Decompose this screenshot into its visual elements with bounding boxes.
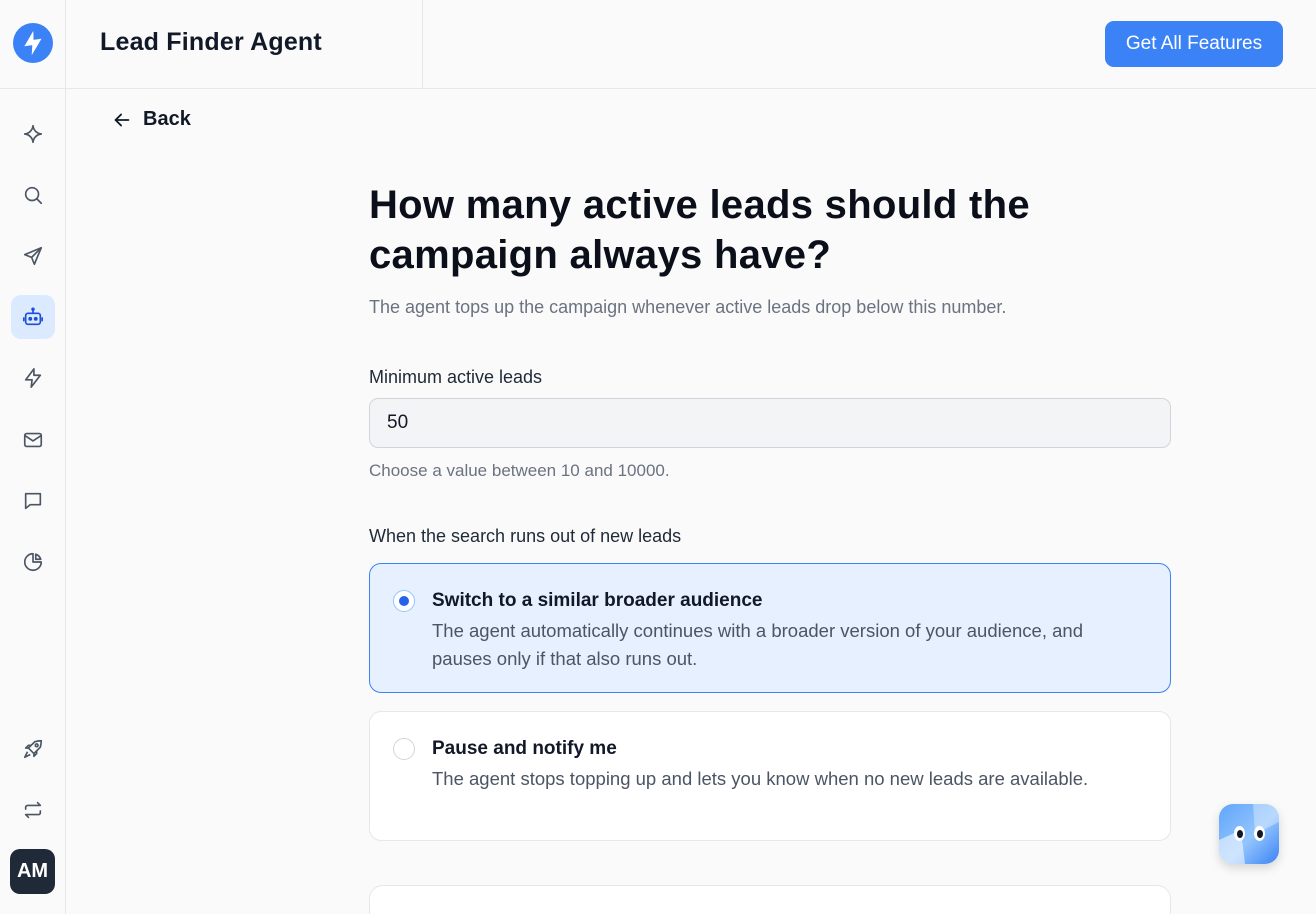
rocket-icon [23, 739, 43, 759]
question-subtitle: The agent tops up the campaign whenever … [369, 297, 1007, 317]
option-title: Switch to a similar broader audience [432, 590, 763, 611]
search-icon [24, 186, 43, 205]
option-broader-audience[interactable]: Switch to a similar broader audience The… [369, 563, 1171, 693]
min-leads-hint: Choose a value between 10 and 10000. [369, 461, 670, 480]
sparkle-icon [23, 124, 43, 144]
avatar[interactable]: AM [10, 849, 55, 894]
top-bar: Lead Finder Agent Get All Features [66, 0, 1316, 89]
bot-face-icon [1219, 804, 1279, 864]
sidebar-item-sparkle[interactable] [11, 112, 55, 156]
sidebar-item-launch[interactable] [11, 727, 55, 771]
sidebar-item-search[interactable] [11, 173, 55, 217]
sidebar-divider [0, 88, 66, 89]
back-label: Back [143, 108, 191, 130]
option-description: The agent stops topping up and lets you … [432, 768, 1089, 789]
mail-icon [23, 432, 43, 448]
next-section-card [369, 885, 1171, 914]
option-pause-notify[interactable]: Pause and notify me The agent stops topp… [369, 711, 1171, 841]
sidebar-item-automations[interactable] [11, 356, 55, 400]
radio-broader-audience[interactable] [393, 590, 415, 612]
sidebar-item-agents[interactable] [11, 295, 55, 339]
sidebar-item-sync[interactable] [11, 788, 55, 832]
chat-icon [24, 492, 42, 510]
lightning-logo-icon [24, 30, 42, 56]
header-divider [422, 0, 423, 88]
min-leads-input[interactable]: 50 [369, 398, 1171, 448]
back-link[interactable]: Back [111, 108, 191, 131]
question-heading: How many active leads should the campaig… [369, 183, 1030, 277]
app-logo[interactable] [13, 23, 53, 63]
robot-icon [23, 307, 43, 326]
page-title: Lead Finder Agent [100, 28, 322, 56]
get-all-features-button[interactable]: Get All Features [1105, 21, 1283, 67]
sidebar: AM [0, 0, 66, 914]
radio-pause-notify[interactable] [393, 738, 415, 760]
option-title: Pause and notify me [432, 738, 617, 759]
arrow-left-icon [114, 113, 130, 126]
lightning-icon [24, 368, 42, 388]
bot-eye-icon [1234, 826, 1245, 841]
sidebar-item-send[interactable] [11, 234, 55, 278]
sidebar-item-mail[interactable] [11, 418, 55, 462]
bot-eye-icon [1254, 826, 1265, 841]
repeat-icon [24, 801, 42, 819]
pie-chart-icon [23, 552, 43, 572]
fallback-label: When the search runs out of new leads [369, 526, 682, 546]
sidebar-item-chat[interactable] [11, 479, 55, 523]
send-icon [23, 246, 43, 266]
chat-assistant-button[interactable] [1219, 804, 1279, 864]
main-form: How many active leads should the campaig… [369, 180, 1171, 841]
option-description: The agent automatically continues with a… [432, 620, 1083, 669]
sidebar-item-analytics[interactable] [11, 540, 55, 584]
min-leads-label: Minimum active leads [369, 367, 543, 387]
